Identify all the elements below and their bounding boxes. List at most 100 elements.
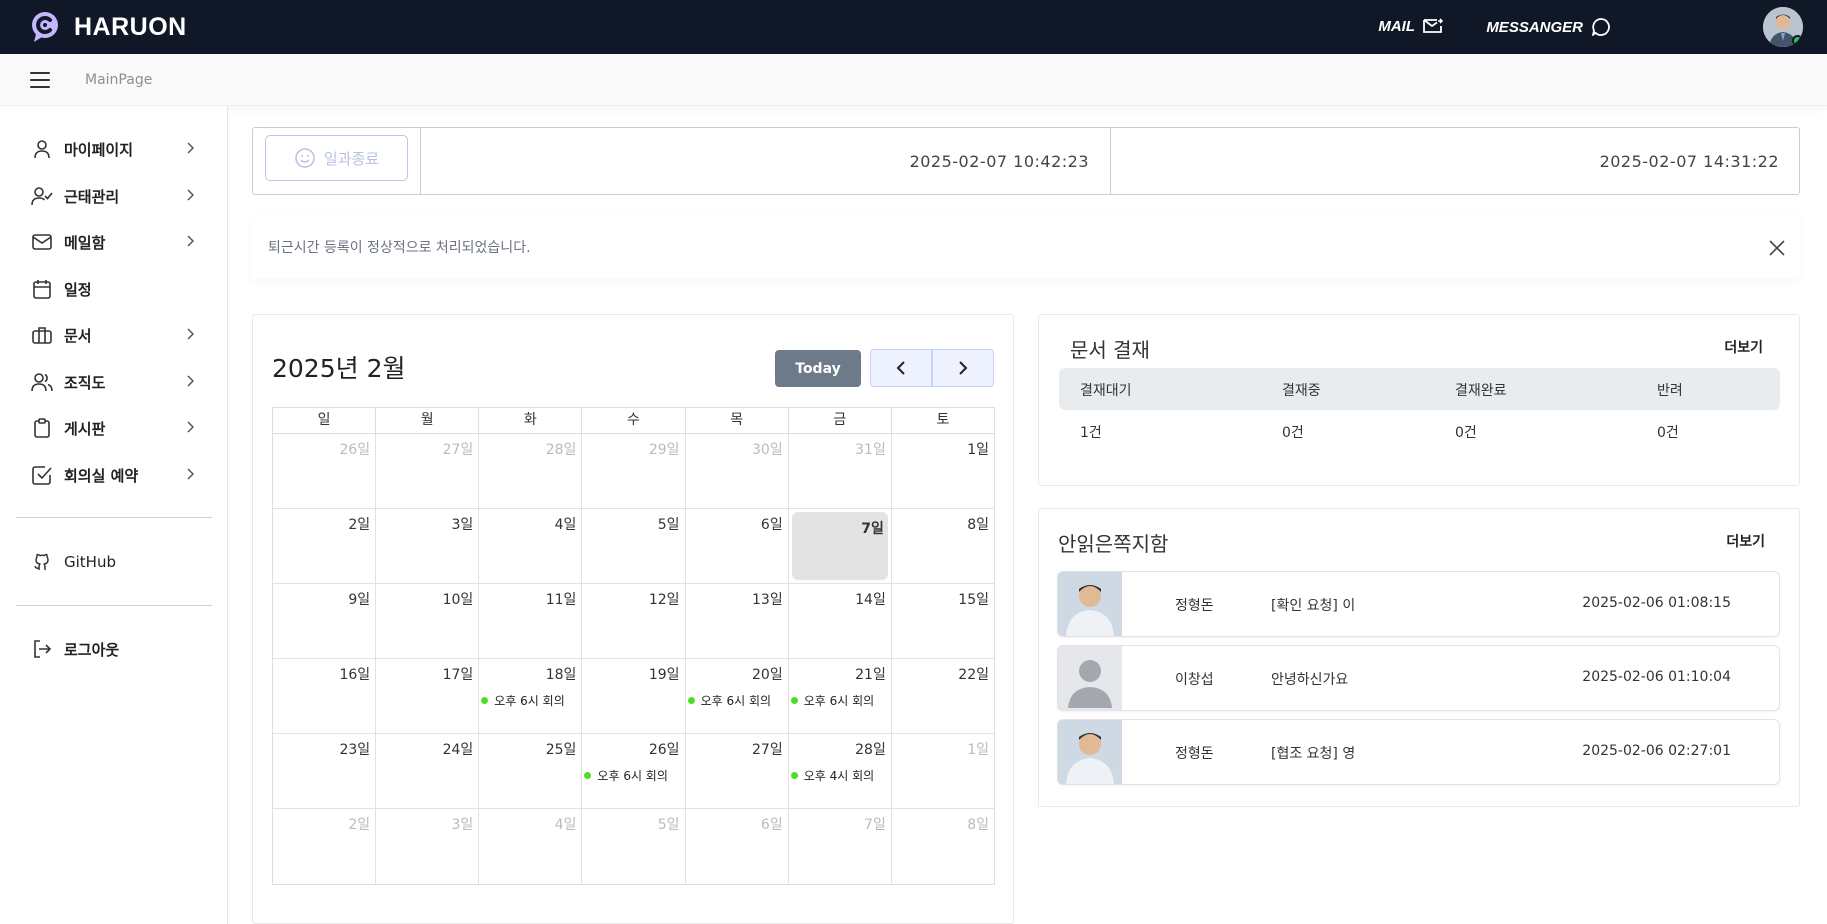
doc-status-header: 결재중 — [1282, 383, 1321, 399]
weekday-label: 일 — [273, 408, 377, 433]
calendar-day[interactable]: 12일 — [582, 584, 686, 658]
calendar-day[interactable]: 31일 — [789, 434, 892, 508]
day-number: 21일 — [855, 667, 886, 683]
messenger-link[interactable]: MESSANGER — [1486, 17, 1611, 37]
sidebar-item-logout[interactable]: 로그아웃 — [16, 630, 212, 668]
menu-toggle-icon[interactable] — [30, 71, 50, 88]
calendar-day[interactable]: 13일 — [686, 584, 789, 658]
calendar-icon — [30, 277, 54, 301]
calendar-day[interactable]: 26일 — [273, 434, 377, 508]
calendar-day[interactable]: 1일 — [892, 734, 994, 808]
sidebar-item-github[interactable]: GitHub — [16, 543, 212, 581]
user-avatar[interactable] — [1763, 7, 1803, 47]
calendar-day-today[interactable]: 7일 — [789, 509, 892, 583]
close-icon[interactable] — [1768, 239, 1786, 257]
message-subject: [확인 요청] 이 — [1271, 598, 1356, 614]
calendar-day[interactable]: 2일 — [273, 809, 377, 884]
day-number: 17일 — [442, 667, 474, 683]
mail-link[interactable]: MAIL — [1378, 17, 1443, 35]
calendar-week-row: 2일 3일 4일 5일 6일 7일 8일 — [273, 809, 994, 884]
sidebar-item-meeting-room[interactable]: 회의실 예약 — [16, 456, 212, 494]
calendar-event[interactable]: 오후 6시 회의 — [584, 767, 668, 784]
unread-messages-more-link[interactable]: 더보기 — [1726, 531, 1765, 551]
calendar-day[interactable]: 6일 — [686, 809, 789, 884]
calendar-day[interactable]: 17일 — [376, 659, 480, 733]
sidebar-item-label: 문서 — [64, 326, 92, 345]
message-row[interactable]: 이창섭 안녕하신가요 2025-02-06 01:10:04 — [1057, 645, 1780, 711]
today-button[interactable]: Today — [775, 350, 861, 387]
calendar-day[interactable]: 4일 — [479, 509, 583, 583]
message-row[interactable]: 정형돈 [확인 요청] 이 2025-02-06 01:08:15 — [1057, 571, 1780, 637]
calendar-day[interactable]: 3일 — [376, 809, 480, 884]
calendar-day[interactable]: 21일오후 6시 회의 — [789, 659, 892, 733]
sidebar-item-mailbox[interactable]: 메일함 — [16, 223, 212, 261]
calendar-day[interactable]: 10일 — [376, 584, 480, 658]
calendar-day[interactable]: 8일 — [892, 509, 994, 583]
calendar-day[interactable]: 23일 — [273, 734, 377, 808]
brand[interactable]: HARUON — [30, 10, 187, 44]
sidebar-item-board[interactable]: 게시판 — [16, 409, 212, 447]
sender-avatar — [1058, 720, 1122, 784]
calendar-event[interactable]: 오후 6시 회의 — [790, 692, 874, 709]
doc-status-count[interactable]: 1건 — [1080, 422, 1102, 442]
calendar-title: 2025년 2월 — [272, 354, 406, 383]
calendar-day[interactable]: 22일 — [892, 659, 994, 733]
message-row[interactable]: 정형돈 [협조 요청] 영 2025-02-06 02:27:01 — [1057, 719, 1780, 785]
calendar-day[interactable]: 5일 — [582, 509, 686, 583]
calendar-day[interactable]: 3일 — [376, 509, 480, 583]
doc-approval-more-link[interactable]: 더보기 — [1724, 337, 1763, 357]
calendar-day[interactable]: 25일 — [479, 734, 583, 808]
chat-bubble-icon — [1592, 18, 1610, 36]
day-number: 16일 — [339, 667, 371, 683]
sidebar-item-org-chart[interactable]: 조직도 — [16, 363, 212, 401]
calendar-day[interactable]: 8일 — [892, 809, 994, 884]
doc-status-header: 결재완료 — [1455, 383, 1507, 399]
mail-send-icon — [1423, 18, 1443, 33]
calendar-day[interactable]: 11일 — [479, 584, 583, 658]
calendar-day[interactable]: 4일 — [479, 809, 583, 884]
calendar-day[interactable]: 30일 — [686, 434, 789, 508]
calendar-day[interactable]: 27일 — [376, 434, 480, 508]
calendar-day[interactable]: 26일 오후 6시 회의 — [582, 734, 686, 808]
calendar-day[interactable]: 15일 — [892, 584, 994, 658]
calendar-event[interactable]: 오후 4시 회의 — [790, 767, 874, 784]
calendar-day[interactable]: 28일 — [479, 434, 583, 508]
check-square-icon — [30, 463, 54, 487]
day-number: 20일 — [752, 667, 783, 683]
doc-approval-title: 문서 결재 — [1070, 338, 1150, 362]
calendar-day[interactable]: 2일 — [273, 509, 377, 583]
sidebar-item-label: 게시판 — [64, 419, 106, 438]
day-number: 1일 — [967, 742, 989, 758]
calendar-day[interactable]: 1일 — [892, 434, 994, 508]
prev-month-button[interactable] — [870, 349, 932, 387]
sidebar-item-documents[interactable]: 문서 — [16, 316, 212, 354]
day-number: 18일 — [545, 667, 577, 683]
day-number: 22일 — [958, 667, 989, 683]
calendar-day[interactable]: 28일 오후 4시 회의 — [789, 734, 892, 808]
alert-message: 퇴근시간 등록이 정상적으로 처리되었습니다. — [268, 240, 531, 256]
calendar-day[interactable]: 19일 — [582, 659, 686, 733]
calendar-day[interactable]: 14일 — [789, 584, 892, 658]
calendar-day[interactable]: 27일 — [686, 734, 789, 808]
calendar-day[interactable]: 18일오후 6시 회의 — [479, 659, 583, 733]
sidebar-item-mypage[interactable]: 마이페이지 — [16, 130, 212, 168]
sidebar-item-attendance[interactable]: 근태관리 — [16, 177, 212, 215]
doc-status-count[interactable]: 0건 — [1657, 422, 1679, 442]
sidebar-item-schedule[interactable]: 일정 — [16, 270, 212, 308]
calendar-day[interactable]: 20일오후 6시 회의 — [686, 659, 789, 733]
calendar-day[interactable]: 9일 — [273, 584, 377, 658]
end-workday-button[interactable]: 일과종료 — [265, 135, 408, 181]
doc-status-count[interactable]: 0건 — [1282, 422, 1304, 442]
calendar-day[interactable]: 24일 — [376, 734, 480, 808]
next-month-button[interactable] — [932, 349, 994, 387]
calendar-day[interactable]: 5일 — [582, 809, 686, 884]
calendar-day[interactable]: 6일 — [686, 509, 789, 583]
calendar-day[interactable]: 7일 — [789, 809, 892, 884]
calendar-event[interactable]: 오후 6시 회의 — [687, 692, 771, 709]
calendar-day[interactable]: 29일 — [582, 434, 686, 508]
calendar-day[interactable]: 16일 — [273, 659, 377, 733]
doc-status-count[interactable]: 0건 — [1455, 422, 1477, 442]
weekday-label: 토 — [936, 412, 950, 428]
sidebar-divider — [16, 517, 212, 518]
calendar-event[interactable]: 오후 6시 회의 — [481, 692, 565, 709]
